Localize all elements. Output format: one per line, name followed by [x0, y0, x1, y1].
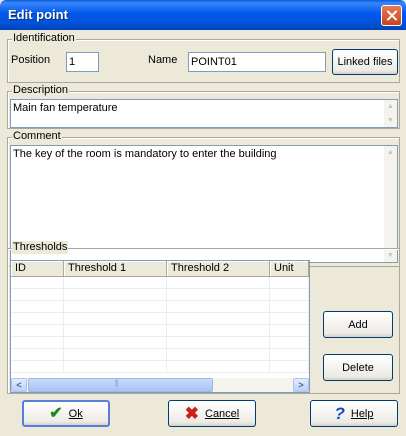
thresholds-group: Thresholds ID Threshold 1 Threshold 2 Un…	[7, 241, 400, 394]
description-group: Description Main fan temperature ▲ ▼	[7, 84, 400, 129]
add-threshold-button[interactable]: Add	[323, 311, 393, 338]
scroll-thumb[interactable]	[28, 378, 213, 392]
name-input[interactable]: POINT01	[188, 52, 326, 72]
scroll-right-icon[interactable]: >	[293, 378, 309, 392]
table-row[interactable]	[11, 277, 309, 289]
position-label: Position	[11, 54, 51, 66]
dialog-body: Identification Position 1 Name POINT01 L…	[3, 30, 403, 433]
description-group-label: Description	[12, 84, 70, 97]
checkmark-icon: ✔	[49, 404, 63, 422]
scroll-down-icon[interactable]: ▼	[384, 114, 397, 127]
thresholds-table-header: ID Threshold 1 Threshold 2 Unit	[11, 261, 309, 277]
column-header-unit[interactable]: Unit	[270, 261, 309, 277]
table-row[interactable]	[11, 289, 309, 301]
name-label: Name	[148, 54, 178, 66]
help-button-label: Help	[350, 407, 374, 420]
scroll-up-icon[interactable]: ▲	[384, 146, 397, 159]
comment-text: The key of the room is mandatory to ente…	[13, 148, 277, 160]
description-scrollbar[interactable]: ▲ ▼	[384, 100, 397, 127]
cancel-button[interactable]: ✖ Cancel	[168, 400, 256, 427]
help-button[interactable]: ? Help	[310, 400, 398, 427]
thresholds-table[interactable]: ID Threshold 1 Threshold 2 Unit < >	[10, 260, 310, 393]
comment-group-label: Comment	[12, 130, 62, 143]
table-row[interactable]	[11, 313, 309, 325]
column-header-id[interactable]: ID	[11, 261, 64, 277]
ok-button-label: Ok	[68, 407, 83, 420]
table-row[interactable]	[11, 337, 309, 349]
thresholds-table-body	[11, 277, 309, 373]
scroll-up-icon[interactable]: ▲	[384, 100, 397, 113]
window-title: Edit point	[8, 7, 68, 22]
identification-group-label: Identification	[12, 32, 76, 45]
table-row[interactable]	[11, 361, 309, 373]
question-mark-icon: ?	[334, 403, 345, 423]
scroll-left-icon[interactable]: <	[11, 378, 27, 392]
description-text: Main fan temperature	[13, 102, 118, 114]
table-row[interactable]	[11, 349, 309, 361]
cancel-button-label: Cancel	[205, 407, 240, 420]
ok-button[interactable]: ✔ Ok	[22, 400, 110, 427]
x-icon: ✖	[184, 403, 199, 423]
title-bar[interactable]: Edit point	[0, 0, 406, 30]
column-header-threshold-1[interactable]: Threshold 1	[64, 261, 167, 277]
identification-group: Identification Position 1 Name POINT01 L…	[7, 32, 400, 83]
thresholds-group-label: Thresholds	[12, 241, 69, 254]
linked-files-button[interactable]: Linked files	[332, 49, 398, 75]
table-row[interactable]	[11, 325, 309, 337]
column-header-threshold-2[interactable]: Threshold 2	[167, 261, 270, 277]
description-textarea[interactable]: Main fan temperature ▲ ▼	[10, 99, 398, 128]
table-row[interactable]	[11, 301, 309, 313]
comment-scrollbar[interactable]: ▲ ▼	[384, 146, 397, 262]
delete-threshold-button[interactable]: Delete	[323, 354, 393, 381]
position-input[interactable]: 1	[66, 52, 99, 72]
close-button[interactable]	[381, 5, 402, 26]
thresholds-horizontal-scrollbar[interactable]: < >	[11, 378, 309, 392]
